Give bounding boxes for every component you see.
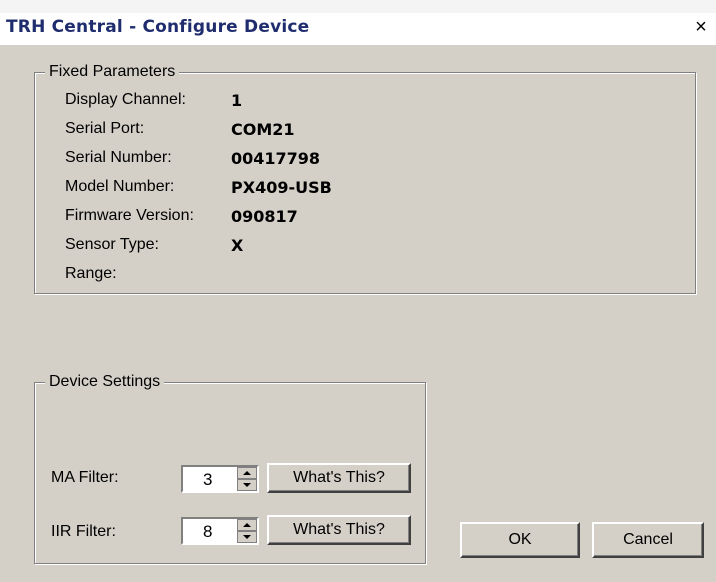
spin-up-button[interactable] bbox=[237, 467, 257, 479]
param-value: X bbox=[231, 236, 244, 255]
param-label: Serial Port: bbox=[65, 120, 145, 137]
arrow-down-icon bbox=[243, 483, 251, 487]
param-value: PX409-USB bbox=[231, 178, 332, 197]
top-strip bbox=[0, 0, 716, 13]
arrow-down-icon bbox=[243, 535, 251, 539]
iir-filter-label: IIR Filter: bbox=[51, 523, 116, 540]
param-label: Sensor Type: bbox=[65, 236, 159, 253]
spin-up-button[interactable] bbox=[237, 519, 257, 531]
param-label: Firmware Version: bbox=[65, 207, 194, 224]
spin-down-button[interactable] bbox=[237, 479, 257, 491]
param-label: Model Number: bbox=[65, 178, 175, 195]
device-settings-group: Device Settings MA Filter: 3 What's This… bbox=[34, 373, 426, 564]
ma-filter-whats-this-button[interactable]: What's This? bbox=[267, 463, 411, 493]
window-title: TRH Central - Configure Device bbox=[6, 17, 310, 37]
ma-filter-value[interactable]: 3 bbox=[203, 470, 212, 490]
spin-buttons bbox=[237, 519, 257, 543]
iir-filter-value[interactable]: 8 bbox=[203, 522, 212, 542]
param-label: Display Channel: bbox=[65, 91, 186, 108]
iir-filter-whats-this-button[interactable]: What's This? bbox=[267, 515, 411, 545]
spin-buttons bbox=[237, 467, 257, 491]
iir-filter-stepper[interactable]: 8 bbox=[181, 517, 259, 545]
fixed-parameters-title: Fixed Parameters bbox=[45, 63, 180, 81]
fixed-parameters-group: Fixed Parameters Display Channel: 1 Seri… bbox=[34, 63, 696, 294]
arrow-up-icon bbox=[243, 471, 251, 475]
ok-button[interactable]: OK bbox=[460, 522, 580, 558]
param-value: 1 bbox=[231, 91, 243, 110]
param-label: Serial Number: bbox=[65, 149, 172, 166]
ma-filter-label: MA Filter: bbox=[51, 469, 119, 486]
param-label: Range: bbox=[65, 265, 117, 282]
spin-down-button[interactable] bbox=[237, 531, 257, 543]
configure-device-dialog: TRH Central - Configure Device × Fixed P… bbox=[0, 0, 716, 582]
ma-filter-stepper[interactable]: 3 bbox=[181, 465, 259, 493]
device-settings-title: Device Settings bbox=[45, 373, 165, 391]
title-bar[interactable]: TRH Central - Configure Device × bbox=[0, 13, 716, 45]
param-value: COM21 bbox=[231, 120, 295, 139]
arrow-up-icon bbox=[243, 523, 251, 527]
param-value: 090817 bbox=[231, 207, 298, 226]
param-value: 00417798 bbox=[231, 149, 321, 168]
close-icon[interactable]: × bbox=[690, 16, 712, 38]
cancel-button[interactable]: Cancel bbox=[592, 522, 704, 558]
